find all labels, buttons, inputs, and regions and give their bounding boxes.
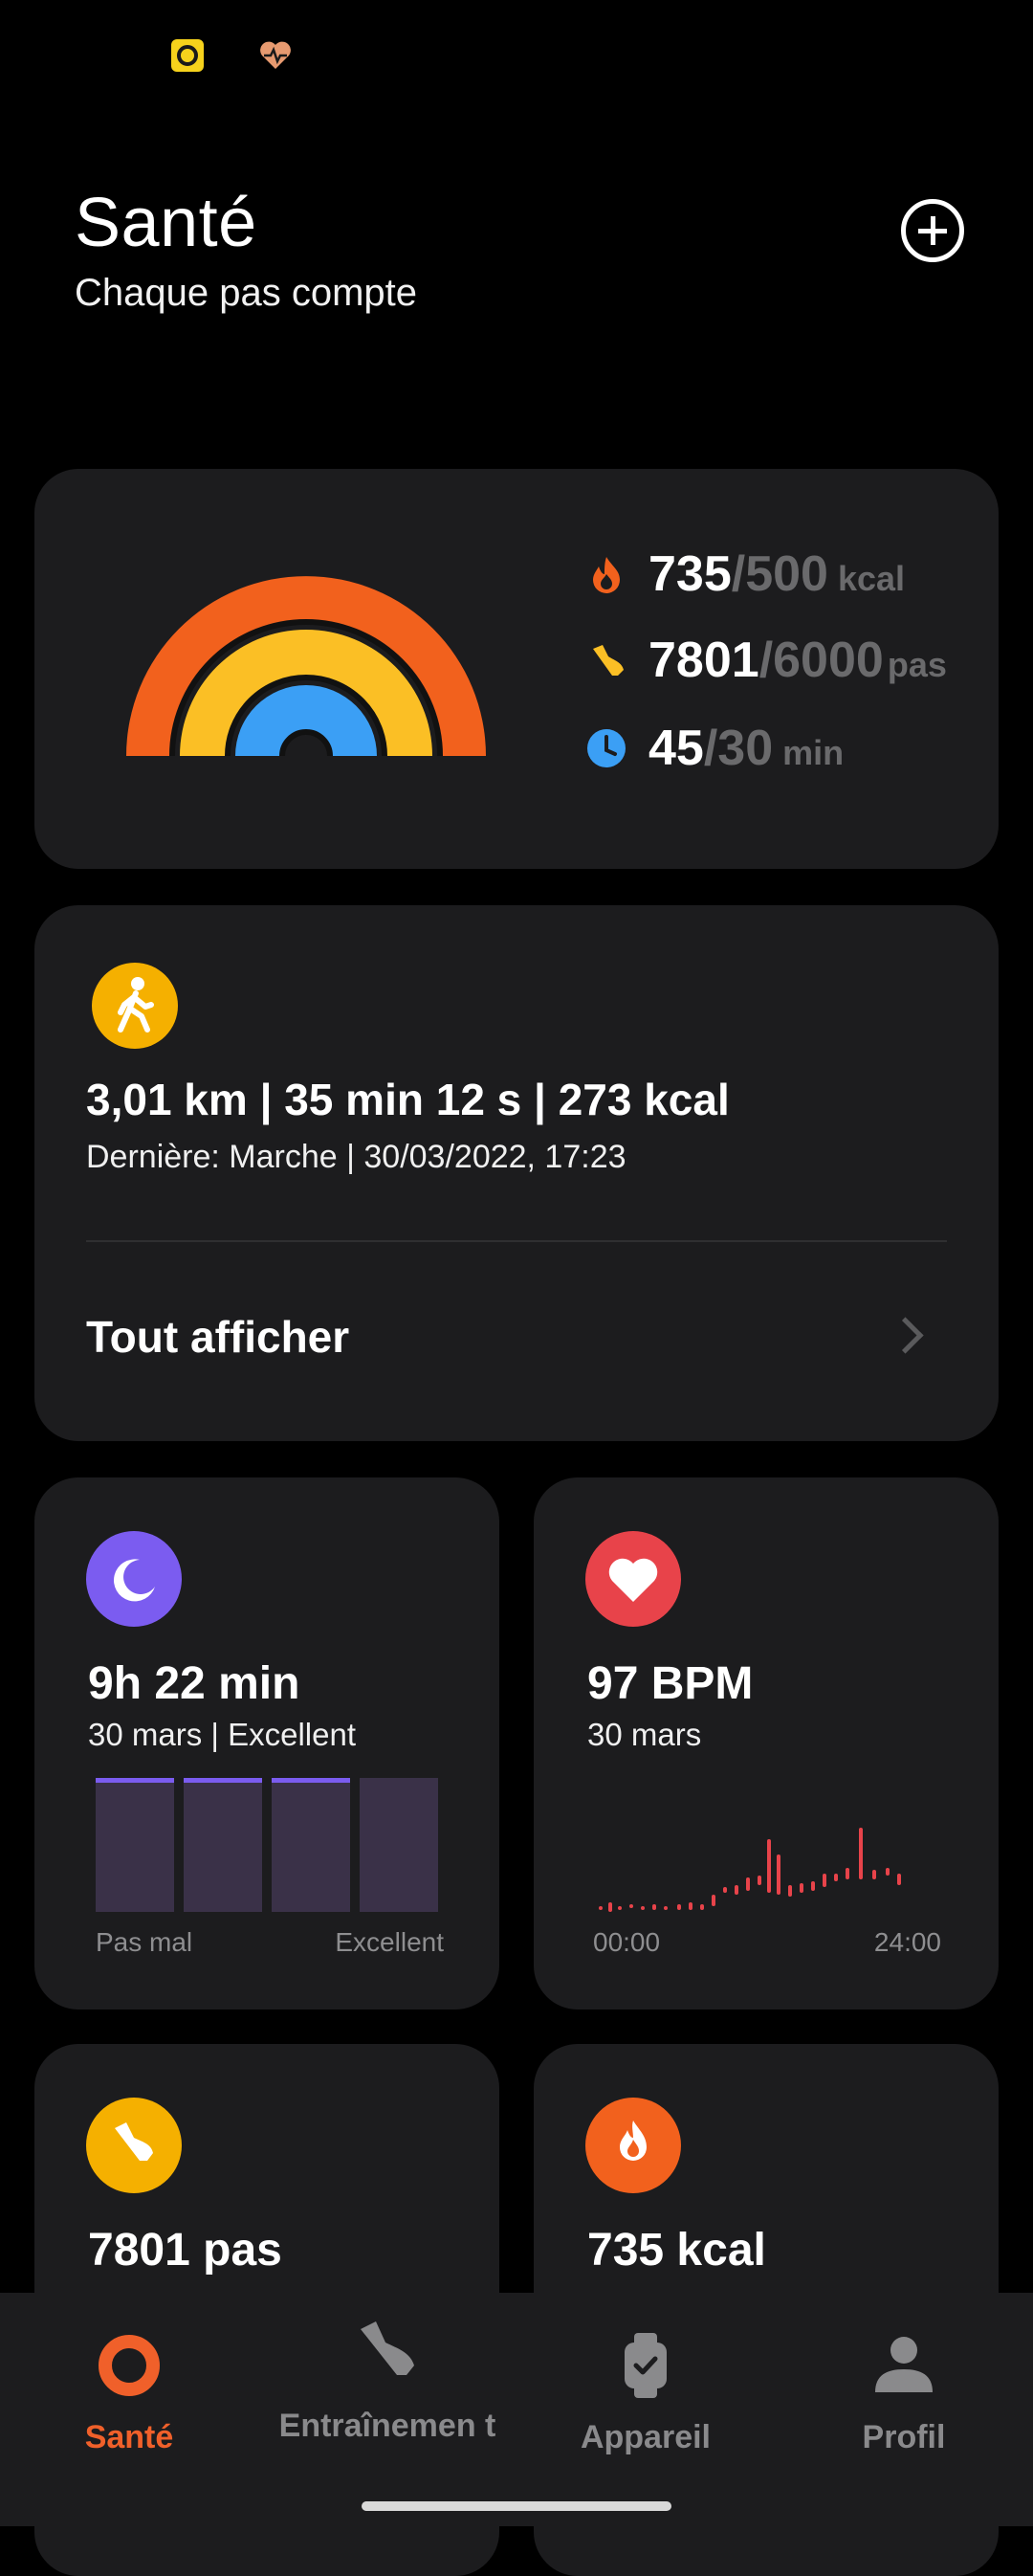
flame-icon [585, 2098, 681, 2193]
moon-icon [86, 1531, 182, 1627]
calories-unit: kcal [837, 559, 906, 598]
walking-icon [92, 963, 178, 1049]
standing-unit: min [782, 733, 845, 772]
sleep-date-quality: 30 mars | Excellent [88, 1717, 357, 1752]
workout-card[interactable]: 3,01 km | 35 min 12 s | 273 kcal Dernièr… [34, 905, 999, 1441]
home-indicator[interactable] [362, 2501, 671, 2511]
calories-goal-row: 735/500 kcal [585, 545, 905, 612]
nav-tab-health[interactable]: Santé [0, 2293, 258, 2484]
shoe-icon [86, 2098, 182, 2193]
sleep-card[interactable]: 9h 22 min 30 mars | Excellent Pas mal Ex… [34, 1477, 499, 2010]
see-all-label: Tout afficher [86, 1312, 350, 1362]
heart-rate-sparkline [599, 1828, 901, 1912]
nav-label-health: Santé [84, 2419, 174, 2455]
shoe-icon [593, 645, 624, 676]
heart-icon [585, 1531, 681, 1627]
nav-tab-device[interactable]: Appareil [516, 2293, 775, 2484]
sleep-axis-right: Excellent [335, 1927, 444, 1957]
steps-unit: pas [887, 645, 947, 684]
heart-rate-card[interactable]: 97 BPM 30 mars 00:00 24:00 [534, 1477, 999, 2010]
shoe-icon [361, 2321, 414, 2375]
nav-label-workout: Entraînemen t [278, 2408, 496, 2444]
steps-target: /6000 [758, 633, 884, 688]
add-button[interactable] [901, 199, 964, 262]
nav-tab-profile[interactable]: Profil [775, 2293, 1033, 2484]
steps-value: 7801 [648, 633, 759, 688]
see-all-button[interactable]: Tout afficher [34, 1242, 999, 1441]
person-icon [875, 2337, 933, 2392]
watch-icon [625, 2333, 667, 2398]
sleep-bar [184, 1778, 262, 1912]
health-notification-icon [258, 38, 293, 73]
standing-target: /30 [703, 721, 774, 776]
page-title: Santé [75, 185, 257, 261]
heart-axis-left: 00:00 [593, 1927, 661, 1957]
standing-value: 45 [648, 721, 704, 776]
nav-label-profile: Profil [862, 2419, 946, 2455]
steps-card-value: 7801 pas [88, 2225, 282, 2276]
chevron-right-icon [887, 1317, 924, 1354]
bottom-nav: Santé Entraînemen t Appareil Profil [0, 2293, 1033, 2526]
steps-goal-row: 7801/6000 pas [585, 632, 947, 699]
standing-goal-row: 45/30 min [585, 720, 844, 787]
heart-rate-date: 30 mars [587, 1717, 702, 1752]
sleep-axis-left: Pas mal [96, 1927, 193, 1957]
workout-last: Dernière: Marche | 30/03/2022, 17:23 [86, 1139, 626, 1175]
camera-notification-icon [170, 38, 205, 73]
nav-tab-workout[interactable]: Entraînemen t [258, 2293, 516, 2484]
flame-icon [593, 557, 620, 593]
health-ring-icon [99, 2335, 160, 2396]
sleep-bar [272, 1778, 350, 1912]
calories-card-value: 735 kcal [587, 2225, 766, 2276]
activity-rings-card[interactable]: 735/500 kcal 7801/6000 pas 45/30 min [34, 469, 999, 869]
heart-axis-right: 24:00 [873, 1927, 941, 1957]
clock-icon [587, 729, 626, 767]
sleep-duration: 9h 22 min [88, 1658, 300, 1709]
page-subtitle: Chaque pas compte [75, 272, 418, 314]
calories-target: /500 [731, 546, 828, 602]
workout-summary: 3,01 km | 35 min 12 s | 273 kcal [86, 1075, 730, 1124]
activity-rings-chart [126, 576, 486, 757]
sleep-bar [360, 1778, 438, 1912]
calories-value: 735 [648, 546, 732, 602]
nav-label-device: Appareil [580, 2419, 712, 2455]
heart-rate-value: 97 BPM [587, 1658, 754, 1709]
sleep-bar [96, 1778, 174, 1912]
